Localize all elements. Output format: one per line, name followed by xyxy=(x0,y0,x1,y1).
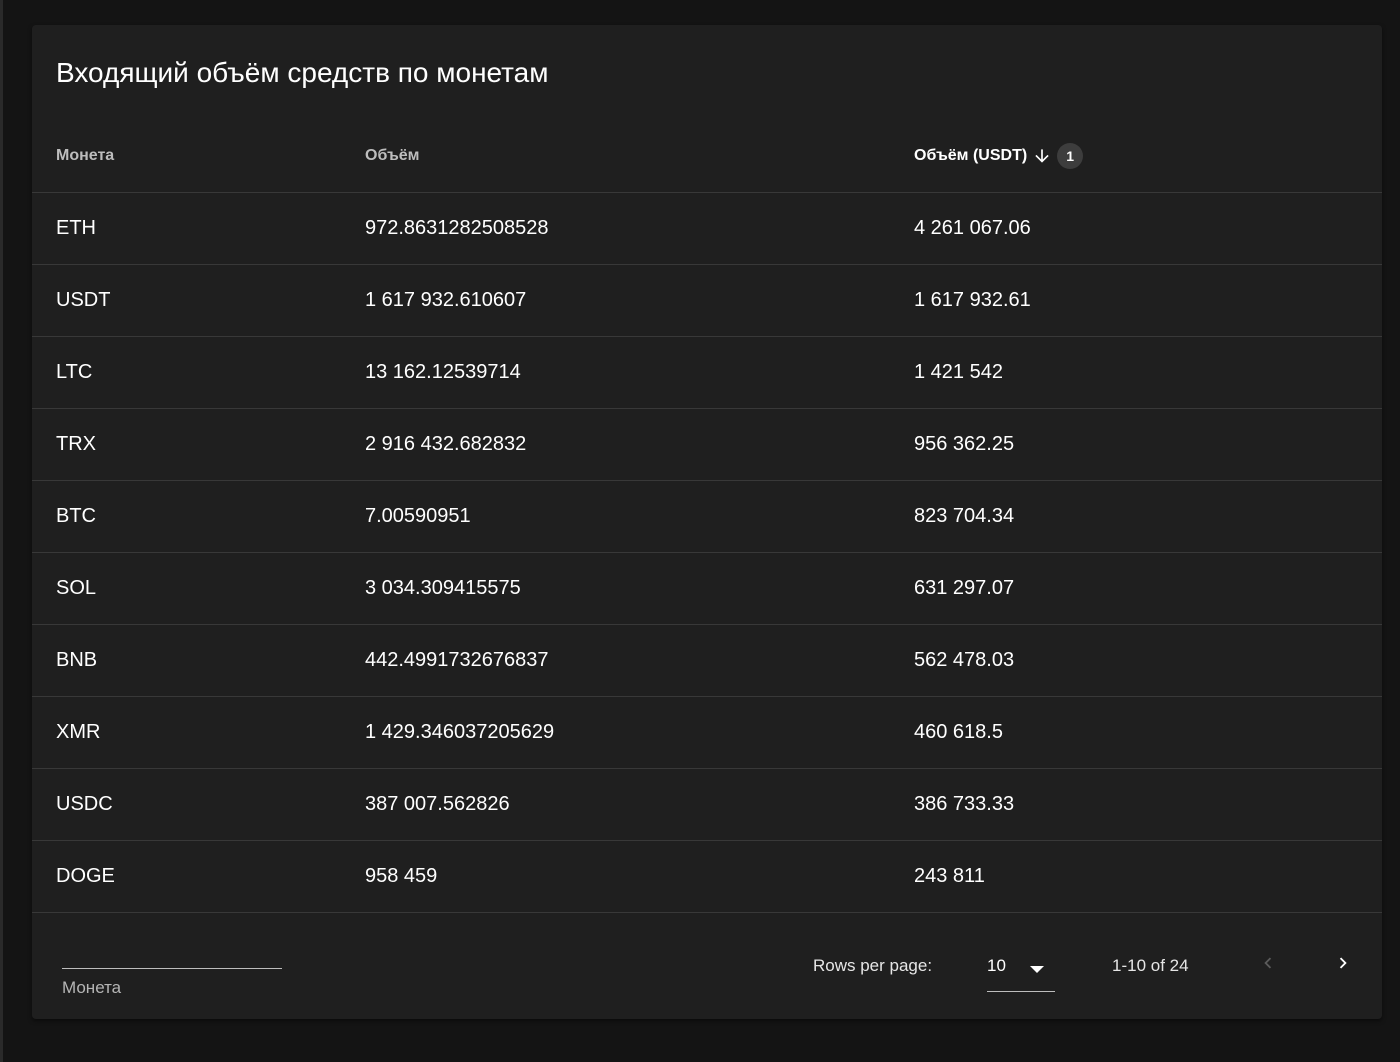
cell-volume-usdt: 631 297.07 xyxy=(914,577,1015,599)
cell-volume-usdt: 1 617 932.61 xyxy=(914,289,1031,311)
cell-volume-usdt: 1 421 542 xyxy=(914,361,1003,383)
cell-volume-usdt: 823 704.34 xyxy=(914,505,1015,527)
column-header-volume[interactable]: Объём xyxy=(365,120,420,192)
table-row[interactable]: USDC 387 007.562826 386 733.33 xyxy=(32,769,1382,841)
cell-coin: SOL xyxy=(56,577,97,599)
table-row[interactable]: ETH 972.8631282508528 4 261 067.06 xyxy=(32,193,1382,265)
cell-coin: USDC xyxy=(56,793,113,815)
table-row[interactable]: TRX 2 916 432.682832 956 362.25 xyxy=(32,409,1382,481)
arrow-down-icon[interactable] xyxy=(1031,145,1053,167)
column-header-coin-label: Монета xyxy=(56,147,115,164)
table-row[interactable]: XMR 1 429.346037205629 460 618.5 xyxy=(32,697,1382,769)
cell-coin: BTC xyxy=(56,505,96,527)
card-title: Входящий объём средств по монетам xyxy=(56,57,549,88)
cell-volume: 13 162.12539714 xyxy=(365,361,521,383)
table-row[interactable]: BTC 7.00590951 823 704.34 xyxy=(32,481,1382,553)
rows-per-page-select[interactable]: 10 xyxy=(987,944,1055,992)
column-header-volume-label: Объём xyxy=(365,147,420,164)
coin-filter-underline xyxy=(62,968,282,969)
caret-down-icon xyxy=(1029,962,1045,980)
table-header-row: Монета Объём Объём (USDT) 1 xyxy=(32,120,1382,193)
cell-volume: 1 617 932.610607 xyxy=(365,289,527,311)
table-row[interactable]: BNB 442.4991732676837 562 478.03 xyxy=(32,625,1382,697)
coin-filter-label[interactable]: Монета xyxy=(62,978,121,998)
cell-volume: 387 007.562826 xyxy=(365,793,510,815)
column-header-volume-usdt[interactable]: Объём (USDT) 1 xyxy=(914,120,1084,192)
cell-volume-usdt: 562 478.03 xyxy=(914,649,1015,671)
chevron-right-icon xyxy=(1332,952,1354,979)
rows-per-page-label: Rows per page: xyxy=(813,956,933,975)
table-footer: Монета Rows per page: 10 1-10 of 24 xyxy=(32,914,1382,1019)
sort-order-badge: 1 xyxy=(1057,143,1084,169)
cell-volume-usdt: 386 733.33 xyxy=(914,793,1015,815)
cell-volume: 2 916 432.682832 xyxy=(365,433,527,455)
cell-coin: ETH xyxy=(56,217,96,239)
cell-volume: 7.00590951 xyxy=(365,505,471,527)
column-header-volume-usdt-label: Объём (USDT) xyxy=(914,147,1028,164)
cell-volume: 1 429.346037205629 xyxy=(365,721,555,743)
previous-page-button[interactable] xyxy=(1253,950,1283,980)
window-edge xyxy=(0,0,3,1062)
table-row[interactable]: USDT 1 617 932.610607 1 617 932.61 xyxy=(32,265,1382,337)
cell-volume: 3 034.309415575 xyxy=(365,577,521,599)
pagination-range: 1-10 of 24 xyxy=(1112,956,1189,975)
cell-volume-usdt: 460 618.5 xyxy=(914,721,1003,743)
cell-volume: 958 459 xyxy=(365,865,438,887)
rows-per-page-value: 10 xyxy=(987,956,1006,975)
cell-volume: 972.8631282508528 xyxy=(365,217,549,239)
cell-volume: 442.4991732676837 xyxy=(365,649,549,671)
table-row[interactable]: LTC 13 162.12539714 1 421 542 xyxy=(32,337,1382,409)
table-row[interactable]: SOL 3 034.309415575 631 297.07 xyxy=(32,553,1382,625)
cell-coin: BNB xyxy=(56,649,98,671)
coin-volume-table: Монета Объём Объём (USDT) 1 ETH 972.86312… xyxy=(32,120,1382,913)
cell-coin: DOGE xyxy=(56,865,115,887)
chevron-left-icon xyxy=(1257,952,1279,979)
table-body: ETH 972.8631282508528 4 261 067.06 USDT 1 61… xyxy=(32,193,1382,913)
cell-coin: USDT xyxy=(56,289,111,311)
cell-coin: TRX xyxy=(56,433,96,455)
cell-coin: XMR xyxy=(56,721,101,743)
cell-volume-usdt: 956 362.25 xyxy=(914,433,1015,455)
column-header-coin[interactable]: Монета xyxy=(56,120,114,192)
cell-volume-usdt: 243 811 xyxy=(914,865,985,887)
table-row[interactable]: DOGE 958 459 243 811 xyxy=(32,841,1382,913)
next-page-button[interactable] xyxy=(1328,950,1358,980)
coin-volume-card: Входящий объём средств по монетам Монета… xyxy=(32,25,1382,1019)
cell-coin: LTC xyxy=(56,361,93,383)
cell-volume-usdt: 4 261 067.06 xyxy=(914,217,1031,239)
